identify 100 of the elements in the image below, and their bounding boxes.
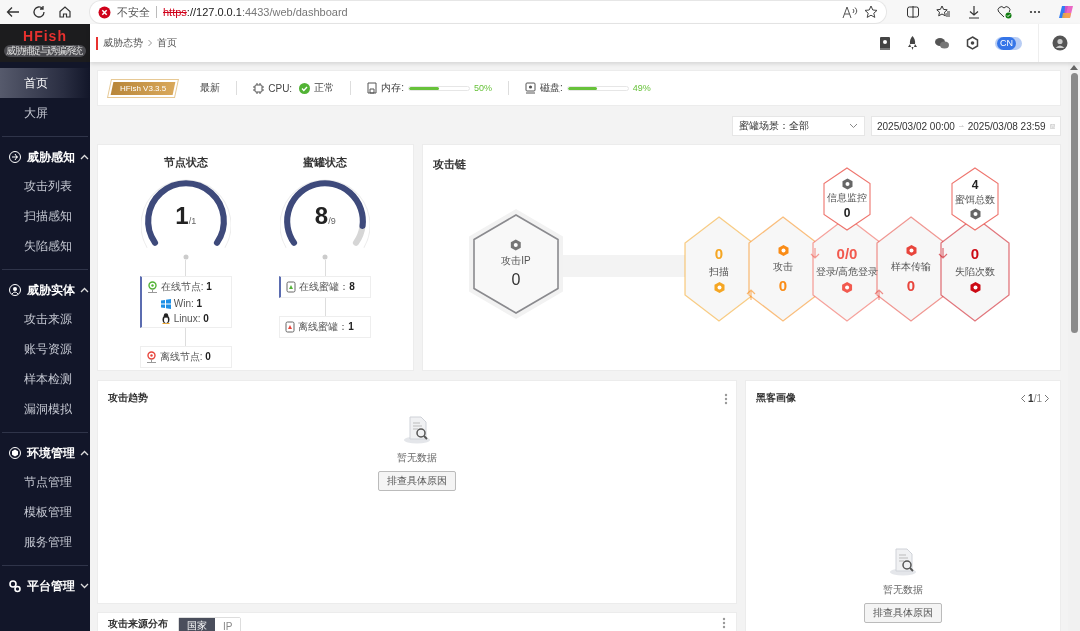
nav-item[interactable]: 账号资源 <box>0 334 90 364</box>
arrow-icon <box>874 289 884 301</box>
nav-item[interactable]: 漏洞模拟 <box>0 394 90 424</box>
more-icon[interactable] <box>724 393 728 405</box>
check-icon <box>299 82 311 94</box>
address-bar[interactable]: 不安全 https://127.0.0.1:4433/web/dashboard <box>90 1 886 23</box>
troubleshoot-button[interactable]: 排查具体原因 <box>864 603 942 623</box>
stage-label: 失陷次数 <box>955 264 995 279</box>
nav-item[interactable]: 攻击来源 <box>0 304 90 334</box>
language-toggle[interactable]: CN <box>995 36 1022 50</box>
penguin-icon <box>160 313 171 324</box>
next-icon[interactable] <box>1044 393 1050 403</box>
hexagon-icon[interactable] <box>966 36 979 50</box>
nav-item[interactable]: 大屏 <box>0 98 90 128</box>
panel-title: 蜜罐状态 <box>303 155 348 170</box>
arrow-icon <box>938 247 948 259</box>
group-icon <box>8 283 22 297</box>
nav-item[interactable]: 服务管理 <box>0 527 90 557</box>
star-icon[interactable] <box>864 5 878 19</box>
badge-icon <box>510 239 522 251</box>
online-honeypot-count: 在线蜜罐：8 <box>299 280 355 294</box>
manual-icon[interactable] <box>879 35 891 51</box>
arrow-icon <box>958 123 964 129</box>
split-screen-icon[interactable] <box>906 5 920 19</box>
stage-value: 0 <box>970 244 980 262</box>
badge-icon <box>841 281 853 294</box>
rocket-icon[interactable] <box>907 35 918 51</box>
memory-reading: 50% <box>473 83 492 93</box>
favorites-icon[interactable] <box>936 5 951 19</box>
memory-icon <box>367 82 378 94</box>
online-node-count: 在线节点: 1 <box>160 280 212 294</box>
back-icon[interactable] <box>6 5 20 19</box>
group-icon <box>8 150 22 164</box>
nav-item[interactable]: 样本检测 <box>0 364 90 394</box>
stage-label: 扫描 <box>709 264 729 279</box>
nav-item[interactable]: 扫描感知 <box>0 201 90 231</box>
nav-item[interactable]: 攻击列表 <box>0 171 90 201</box>
scrollbar[interactable] <box>1068 62 1080 631</box>
nav-group[interactable]: 平台管理 <box>0 572 90 600</box>
panel-title: 攻击来源分布 <box>108 617 168 631</box>
monitor-hexagon <box>951 167 999 231</box>
date-range-field[interactable]: 2025/03/02 00:00 2025/03/08 23:59 <box>871 116 1061 136</box>
offline-honeypot-icon <box>285 321 296 333</box>
page-indicator: 1/1 <box>1028 392 1042 404</box>
nav-item[interactable]: 模板管理 <box>0 497 90 527</box>
avatar-icon[interactable] <box>1051 35 1068 51</box>
url-text: https://127.0.0.1:4433/web/dashboard <box>163 6 348 18</box>
breadcrumb-item: 首页 <box>157 36 177 50</box>
gauge-total: /9 <box>328 216 336 226</box>
badge-icon <box>969 281 981 294</box>
stage-value: 0 <box>714 244 724 262</box>
breadcrumb-item[interactable]: 威胁态势 <box>103 36 143 50</box>
gauge-value: 8 <box>314 202 329 229</box>
windows-icon <box>160 298 171 309</box>
nav-group[interactable]: 威胁实体 <box>0 276 90 304</box>
troubleshoot-button[interactable]: 排查具体原因 <box>378 471 456 491</box>
stage-value: 0/0 <box>836 244 858 262</box>
chevron-icon[interactable] <box>80 450 89 456</box>
refresh-icon[interactable] <box>32 5 46 19</box>
chat-icon[interactable] <box>934 36 950 50</box>
memory-bar <box>407 85 470 91</box>
stage-value: 0 <box>906 276 916 294</box>
chevron-icon[interactable] <box>80 154 89 160</box>
copilot-icon[interactable] <box>1058 4 1074 20</box>
panel-title: 攻击链 <box>433 157 466 172</box>
offline-honeypot-count: 离线蜜罐：1 <box>298 320 354 334</box>
read-aloud-icon[interactable] <box>842 5 858 19</box>
disk-label: 磁盘: <box>539 81 563 95</box>
panel-title: 攻击趋势 <box>108 391 149 405</box>
cpu-status: 正常 <box>314 81 335 95</box>
health-icon[interactable] <box>997 5 1012 19</box>
nav-item[interactable]: 失陷感知 <box>0 231 90 261</box>
badge-icon <box>905 244 917 257</box>
cpu-label: CPU: <box>268 82 293 94</box>
home-icon[interactable] <box>58 5 72 19</box>
chevron-icon <box>146 39 154 47</box>
os-node-count: Win: 1 <box>173 298 203 309</box>
stage-label: 登录/高危登录 <box>815 264 879 279</box>
group-icon <box>8 579 22 593</box>
node-value: 4 <box>971 178 979 192</box>
nav-item[interactable]: 节点管理 <box>0 467 90 497</box>
tab[interactable]: 国家 <box>179 618 215 631</box>
previous-icon[interactable] <box>1020 393 1027 403</box>
stage-label: 样本传输 <box>891 259 931 274</box>
group-icon <box>8 446 22 460</box>
more-icon[interactable] <box>722 617 726 629</box>
scene-dropdown[interactable]: 蜜罐场景：全部 <box>732 116 865 136</box>
disk-bar <box>566 85 629 91</box>
nav-group[interactable]: 威胁感知 <box>0 143 90 171</box>
logo[interactable]: HFish 威胁捕捉与诱骗系统 <box>0 24 90 62</box>
nav-group[interactable]: 环境管理 <box>0 439 90 467</box>
version-status: 最新 <box>200 81 221 95</box>
chevron-icon[interactable] <box>80 287 89 293</box>
node-value: 0 <box>511 271 521 289</box>
memory-label: 内存: <box>381 81 404 95</box>
chevron-icon[interactable] <box>80 583 89 589</box>
offline-node-count: 离线节点: 0 <box>159 350 211 364</box>
warning-icon <box>98 5 111 19</box>
stage-value: 0 <box>778 276 788 294</box>
download-icon[interactable] <box>967 5 981 19</box>
